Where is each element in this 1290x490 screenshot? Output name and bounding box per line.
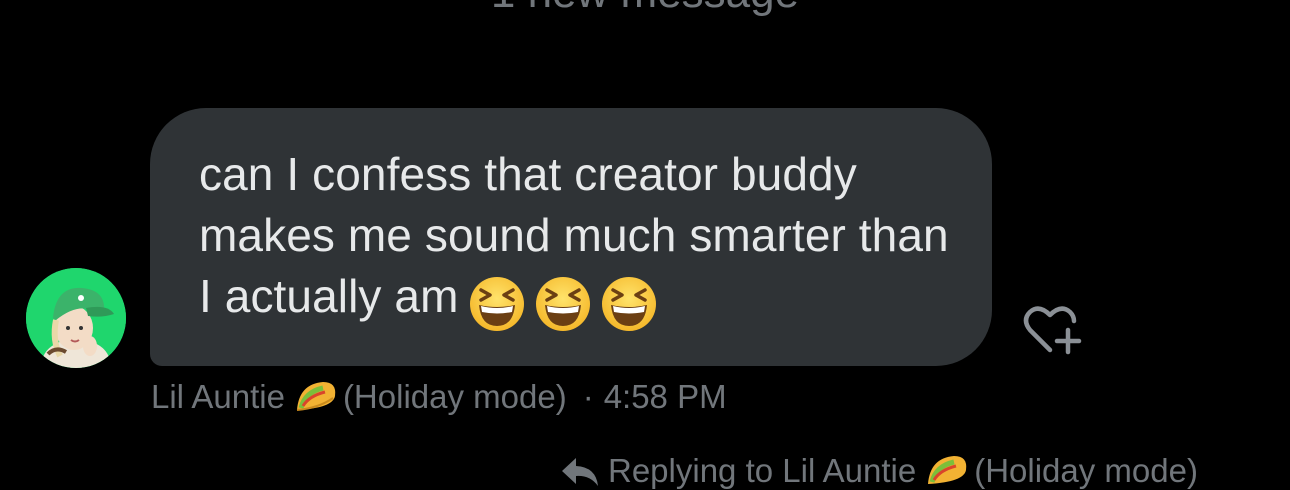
new-message-divider: 1 new message: [0, 0, 1290, 18]
grinning-squinting-face-icon: [535, 276, 590, 331]
message-meta: Lil Auntie (Holiday mode) · 4:58 PM: [151, 378, 727, 416]
heart-plus-icon: [1023, 306, 1082, 355]
sender-name[interactable]: Lil Auntie: [151, 378, 285, 416]
reply-prefix: Replying to Lil Auntie: [608, 452, 917, 489]
message-timestamp: 4:58 PM: [603, 378, 727, 415]
grinning-squinting-face-icon: [469, 276, 524, 331]
reply-suffix: (Holiday mode): [974, 452, 1198, 489]
avatar[interactable]: [26, 268, 126, 368]
reply-arrow-icon: [562, 458, 598, 486]
add-reaction-button[interactable]: [1020, 300, 1086, 360]
grinning-squinting-face-icon: [601, 276, 656, 331]
message-emojis: [467, 274, 665, 334]
reply-context[interactable]: Replying to Lil Auntie (Holiday mode): [560, 452, 1198, 490]
message-bubble[interactable]: can I confess that creator buddy makes m…: [150, 108, 992, 366]
meta-separator: ·: [582, 378, 594, 415]
taco-icon: [928, 456, 967, 484]
sender-status: (Holiday mode): [342, 378, 567, 415]
avatar-image: [26, 268, 126, 368]
taco-icon: [296, 382, 336, 411]
